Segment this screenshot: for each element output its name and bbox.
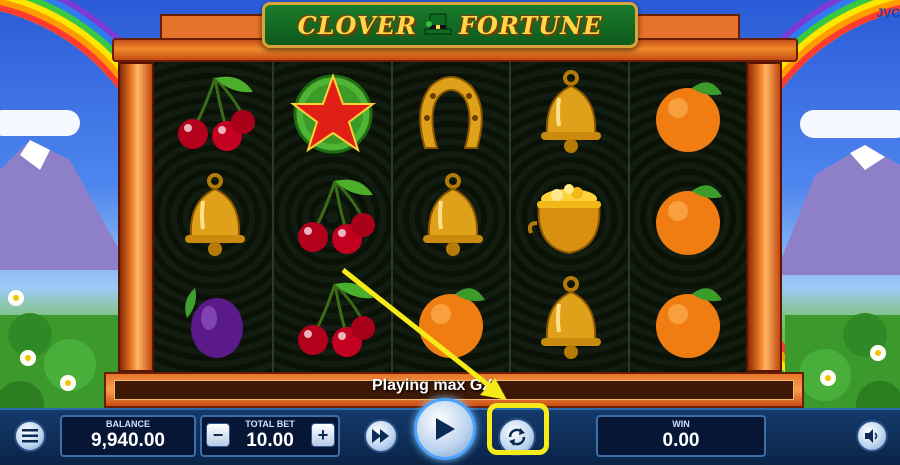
reel-grid [154,62,746,372]
orange-icon [655,185,722,255]
daisy [870,345,886,361]
symbol-cherries [274,269,390,372]
daisy [820,370,836,386]
win-label: WIN [672,419,690,429]
symbol-bell [511,62,627,165]
frame-pillar-left [118,62,154,372]
symbol-orange [630,165,746,268]
control-bar: BALANCE 9,940.00 TOTAL BET 10.00 − + WIN… [0,398,900,465]
cherries-icon [297,179,375,254]
symbol-bell [154,165,272,268]
symbol-bell [511,269,627,372]
daisy [20,350,36,366]
symbol-pot-of-gold [511,165,627,268]
orange-icon [655,288,722,359]
mountain-left [0,140,130,270]
cloud [800,110,900,138]
cherries-icon [178,76,256,151]
horseshoe-icon [419,75,483,149]
symbol-orange [630,62,746,165]
win-display: WIN 0.00 [596,415,766,457]
symbol-orange [393,269,509,372]
symbol-bell [393,165,509,268]
sound-icon [865,429,878,443]
fast-forward-icon [372,429,389,443]
symbol-cherries [154,62,272,165]
reel-3 [390,62,510,372]
menu-button[interactable] [14,420,46,452]
autoplay-icon [508,428,526,446]
symbol-cherries [274,165,390,268]
status-message: Playing max GX [372,377,493,394]
symbol-orange [630,269,746,372]
provider-badge: JVC [876,6,900,20]
logo-wing-left [160,14,270,40]
reel-2 [272,62,391,372]
balance-display: BALANCE 9,940.00 [60,415,196,457]
orange-icon [418,288,485,359]
reel-4 [509,62,628,372]
autoplay-button[interactable] [498,418,536,456]
increase-bet-button[interactable]: + [311,423,335,447]
play-icon [436,418,455,440]
balance-value: 9,940.00 [91,430,165,451]
game-logo: CLOVER FORTUNE [262,2,638,48]
star-icon [289,72,376,154]
fast-forward-button[interactable] [364,419,398,453]
orange-icon [655,81,722,152]
logo-word-fortune: FORTUNE [458,10,603,40]
bell-icon [541,276,602,360]
symbol-star [274,62,390,165]
reel-1 [154,62,273,372]
logo-wing-right [630,14,740,40]
bell-icon [185,172,246,256]
reel-5 [627,62,746,372]
frame-pillar-right [746,62,782,372]
daisy [8,290,24,306]
bell-icon [541,69,602,153]
symbol-plum [154,269,272,372]
decrease-bet-button[interactable]: − [206,423,230,447]
symbol-horseshoe [393,62,509,165]
leprechaun-hat-icon [424,13,452,35]
mountain-right [775,145,900,275]
plum-icon [185,288,244,359]
cherries-icon [297,282,375,358]
menu-icon [22,429,38,443]
logo-word-clover: CLOVER [297,10,417,40]
bell-icon [422,172,483,256]
sound-button[interactable] [856,420,888,452]
win-value: 0.00 [662,430,700,451]
spin-button[interactable] [414,398,476,460]
balance-label: BALANCE [106,419,150,429]
daisy [60,375,76,391]
pot-of-gold-icon [528,183,602,254]
